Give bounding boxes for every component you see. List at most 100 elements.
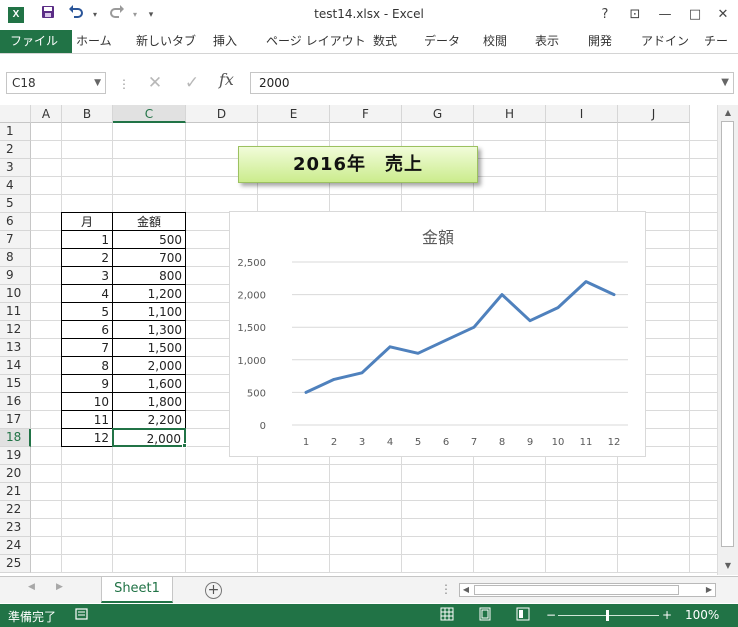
table-amount-cell[interactable]: 1,600 xyxy=(112,374,186,393)
row-header-25[interactable]: 25 xyxy=(0,555,31,573)
sheet-tab-sheet1[interactable]: Sheet1 xyxy=(101,577,173,603)
expand-formula-icon[interactable]: ▼ xyxy=(721,73,729,93)
table-amount-cell[interactable]: 1,200 xyxy=(112,284,186,303)
table-month-cell[interactable]: 11 xyxy=(61,410,113,429)
scroll-down-icon[interactable]: ▼ xyxy=(720,559,736,573)
column-header-c[interactable]: C xyxy=(113,105,186,123)
tab-home[interactable]: ホーム xyxy=(76,30,112,53)
column-header-b[interactable]: B xyxy=(62,105,113,123)
sheet-next-icon[interactable]: ▶ xyxy=(56,582,63,592)
zoom-level[interactable]: 100% xyxy=(685,608,719,622)
column-header-e[interactable]: E xyxy=(258,105,330,123)
column-header-a[interactable]: A xyxy=(31,105,62,123)
table-amount-cell[interactable]: 1,100 xyxy=(112,302,186,321)
cell-header-month[interactable]: 月 xyxy=(61,212,113,231)
horizontal-scroll-thumb[interactable] xyxy=(474,585,679,595)
column-header-g[interactable]: G xyxy=(402,105,474,123)
selected-cell[interactable]: 2,000 xyxy=(112,428,186,447)
tab-page-layout[interactable]: ページ レイアウト xyxy=(266,30,366,53)
row-header-20[interactable]: 20 xyxy=(0,465,31,483)
row-header-17[interactable]: 17 xyxy=(0,411,31,429)
row-header-24[interactable]: 24 xyxy=(0,537,31,555)
zoom-slider-thumb[interactable] xyxy=(606,610,609,621)
row-header-2[interactable]: 2 xyxy=(0,141,31,159)
tab-review[interactable]: 校閲 xyxy=(483,30,507,53)
table-month-cell[interactable]: 6 xyxy=(61,320,113,339)
help-button[interactable]: ? xyxy=(594,4,616,26)
tab-view[interactable]: 表示 xyxy=(535,30,559,53)
table-amount-cell[interactable]: 1,800 xyxy=(112,392,186,411)
row-header-15[interactable]: 15 xyxy=(0,375,31,393)
row-header-6[interactable]: 6 xyxy=(0,213,31,231)
tab-data[interactable]: データ xyxy=(424,30,460,53)
page-break-view-icon[interactable] xyxy=(515,607,531,623)
vertical-scrollbar[interactable]: ▲ ▼ xyxy=(717,105,738,575)
tab-insert[interactable]: 挿入 xyxy=(213,30,237,53)
table-amount-cell[interactable]: 2,200 xyxy=(112,410,186,429)
worksheet-grid[interactable]: ABCDEFGHIJ 1 2 3 4 5 6 7 8 9 10 11 12 13 14 15 16 17 18 19… xyxy=(0,105,717,575)
tab-file[interactable]: ファイル xyxy=(0,30,73,53)
row-header-4[interactable]: 4 xyxy=(0,177,31,195)
table-month-cell[interactable]: 4 xyxy=(61,284,113,303)
row-header-21[interactable]: 21 xyxy=(0,483,31,501)
column-header-i[interactable]: I xyxy=(546,105,618,123)
fill-handle[interactable] xyxy=(182,443,187,448)
column-header-h[interactable]: H xyxy=(474,105,546,123)
close-button[interactable]: ✕ xyxy=(712,4,734,26)
table-amount-cell[interactable]: 800 xyxy=(112,266,186,285)
vertical-scroll-thumb[interactable] xyxy=(721,121,734,547)
minimize-button[interactable]: — xyxy=(654,4,676,26)
tab-new-tab[interactable]: 新しいタブ xyxy=(136,30,196,53)
macro-record-icon[interactable] xyxy=(74,607,90,623)
table-month-cell[interactable]: 7 xyxy=(61,338,113,357)
row-header-5[interactable]: 5 xyxy=(0,195,31,213)
maximize-button[interactable]: □ xyxy=(684,4,706,26)
normal-view-icon[interactable] xyxy=(439,607,455,623)
scroll-right-icon[interactable]: ▶ xyxy=(703,583,715,597)
zoom-out-button[interactable]: − xyxy=(543,607,559,623)
row-header-13[interactable]: 13 xyxy=(0,339,31,357)
horizontal-scrollbar[interactable]: ◀ ▶ xyxy=(459,583,716,597)
page-layout-view-icon[interactable] xyxy=(477,607,493,623)
table-month-cell[interactable]: 8 xyxy=(61,356,113,375)
table-month-cell[interactable]: 2 xyxy=(61,248,113,267)
row-header-19[interactable]: 19 xyxy=(0,447,31,465)
column-header-f[interactable]: F xyxy=(330,105,402,123)
row-header-9[interactable]: 9 xyxy=(0,267,31,285)
select-all-corner[interactable] xyxy=(0,105,31,123)
row-header-23[interactable]: 23 xyxy=(0,519,31,537)
cancel-icon[interactable]: ✕ xyxy=(143,71,167,95)
table-month-cell[interactable]: 5 xyxy=(61,302,113,321)
table-month-cell[interactable]: 9 xyxy=(61,374,113,393)
row-header-22[interactable]: 22 xyxy=(0,501,31,519)
tab-developer[interactable]: 開発 xyxy=(588,30,612,53)
row-header-8[interactable]: 8 xyxy=(0,249,31,267)
enter-icon[interactable]: ✓ xyxy=(180,71,204,95)
line-chart[interactable]: 金額 0 500 1,000 1,500 2,000 2,500 1 2 3 4 5 6 7 8 9 10 11 1… xyxy=(229,211,646,457)
formula-input[interactable]: 2000 ▼ xyxy=(250,72,734,94)
title-banner[interactable]: 2016年 売上 xyxy=(238,146,478,183)
row-header-7[interactable]: 7 xyxy=(0,231,31,249)
table-amount-cell[interactable]: 500 xyxy=(112,230,186,249)
tab-addins[interactable]: アドイン xyxy=(641,30,689,53)
scroll-left-icon[interactable]: ◀ xyxy=(460,583,472,597)
table-amount-cell[interactable]: 1,500 xyxy=(112,338,186,357)
row-header-16[interactable]: 16 xyxy=(0,393,31,411)
table-month-cell[interactable]: 1 xyxy=(61,230,113,249)
name-box[interactable]: C18 ▼ xyxy=(6,72,106,94)
row-header-1[interactable]: 1 xyxy=(0,123,31,141)
insert-function-icon[interactable]: fx xyxy=(219,70,234,89)
row-header-3[interactable]: 3 xyxy=(0,159,31,177)
row-header-18[interactable]: 18 xyxy=(0,429,31,447)
table-month-cell[interactable]: 10 xyxy=(61,392,113,411)
tab-split-grip-icon[interactable]: ⋮ xyxy=(440,582,452,596)
table-amount-cell[interactable]: 1,300 xyxy=(112,320,186,339)
scroll-up-icon[interactable]: ▲ xyxy=(720,106,736,120)
column-header-d[interactable]: D xyxy=(186,105,258,123)
add-sheet-button[interactable]: + xyxy=(205,582,222,599)
table-amount-cell[interactable]: 2,000 xyxy=(112,356,186,375)
row-header-11[interactable]: 11 xyxy=(0,303,31,321)
table-amount-cell[interactable]: 700 xyxy=(112,248,186,267)
cell-header-amount[interactable]: 金額 xyxy=(112,212,186,231)
chevron-down-icon[interactable]: ▼ xyxy=(94,73,101,93)
